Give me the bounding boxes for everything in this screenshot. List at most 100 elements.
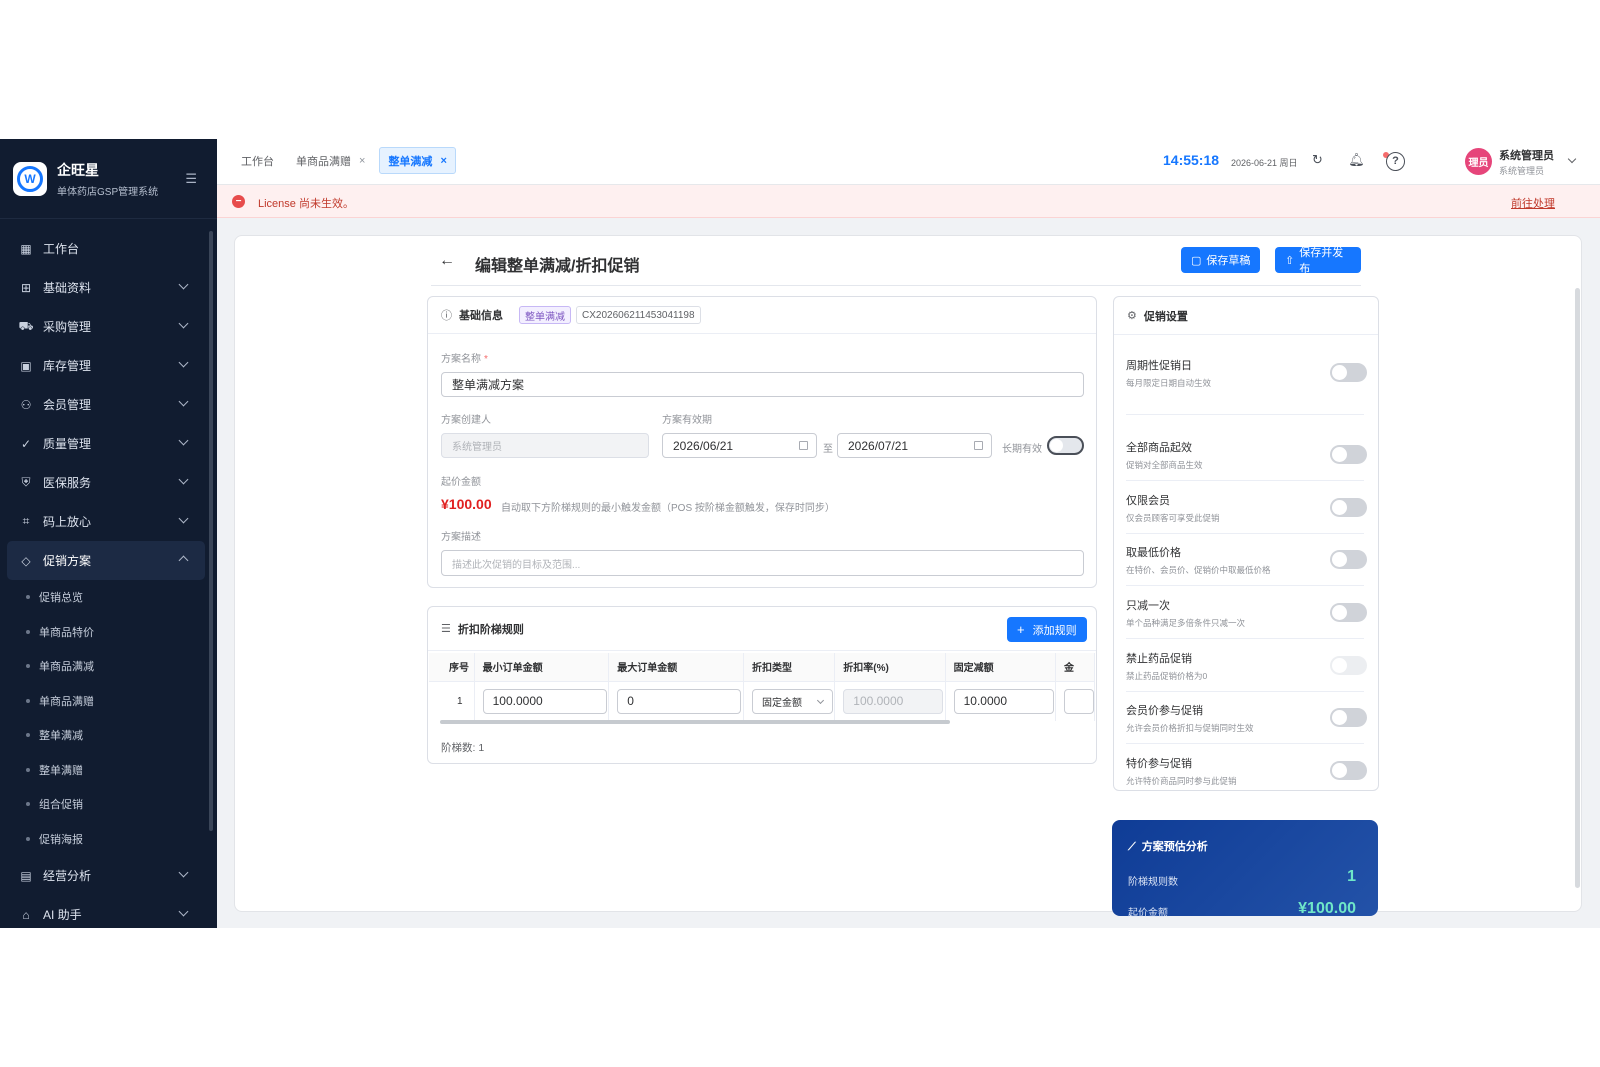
date-separator: 至 [823, 444, 833, 455]
sidebar-subitem-poster[interactable]: 促销海报 [0, 822, 217, 857]
table-horizontal-scrollbar[interactable] [440, 720, 950, 724]
content-scrollbar[interactable] [1575, 288, 1580, 888]
collapse-menu-icon[interactable]: ☰ [185, 171, 197, 187]
sidebar-subitem-order-discount[interactable]: 整单满减 [0, 718, 217, 753]
setting-desc: 每月限定日期自动生效 [1126, 378, 1212, 388]
subitem-label: 整单满赠 [39, 764, 83, 777]
brand: W 企旺星 单体药店GSP管理系统 ☰ [0, 139, 217, 219]
chevron-down-icon [178, 396, 189, 407]
chevron-up-icon [178, 555, 189, 566]
sidebar-item-medical-insurance[interactable]: ⛨ 医保服务 [0, 463, 217, 502]
type-tag: 整单满减 [519, 306, 571, 324]
divider [1126, 638, 1364, 639]
sidebar-item-members[interactable]: ⚇ 会员管理 [0, 385, 217, 424]
subitem-label: 组合促销 [39, 799, 83, 812]
chevron-down-icon [816, 696, 824, 704]
discount-type-select[interactable]: 固定金额 [751, 688, 833, 714]
gear-icon: ⚙ [1127, 310, 1137, 322]
select-value: 固定金额 [761, 697, 802, 709]
sidebar-item-promotion[interactable]: ◇ 促销方案 [7, 541, 205, 580]
sidebar-subitem-single-special[interactable]: 单商品特价 [0, 615, 217, 650]
sidebar-subitem-combo[interactable]: 组合促销 [0, 787, 217, 822]
field-label: 方案描述 [441, 532, 481, 543]
setting-desc: 仅会员顾客可享受此促销 [1126, 513, 1220, 523]
license-message: License 尚未生效。 [258, 198, 354, 210]
fixed-amount-input[interactable]: 10.0000 [953, 688, 1054, 714]
refresh-icon[interactable]: ↻ [1308, 152, 1327, 171]
plan-name-input[interactable]: 整单满减方案 [441, 372, 1084, 397]
license-alert: − License 尚未生效。 前往处理 [217, 185, 1600, 218]
once-only-toggle[interactable] [1330, 603, 1367, 622]
member-price-toggle[interactable] [1330, 708, 1367, 727]
list-icon: ☰ [441, 623, 451, 635]
start-date-input[interactable]: 2026/06/21 [662, 433, 817, 458]
chevron-down-icon [178, 513, 189, 524]
divider [1126, 533, 1364, 534]
chevron-down-icon[interactable] [1567, 154, 1577, 164]
save-publish-button[interactable]: ⇧ 保存并发布 [1275, 247, 1361, 275]
all-products-toggle[interactable] [1330, 445, 1367, 464]
sidebar-subitem-single-discount[interactable]: 单商品满减 [0, 649, 217, 684]
sidebar-item-analytics[interactable]: ▤ 经营分析 [0, 856, 217, 895]
bullet-icon [26, 664, 30, 669]
license-action-link[interactable]: 前往处理 [1511, 195, 1555, 211]
members-only-toggle[interactable] [1330, 498, 1367, 517]
bullet-icon [26, 698, 30, 703]
bell-icon[interactable]: 🔔︎ [1347, 152, 1366, 171]
calendar-icon [799, 441, 808, 450]
add-rule-button[interactable]: + 添加规则 [1007, 617, 1087, 642]
sidebar-item-basic-data[interactable]: ⊞ 基础资料 [0, 268, 217, 307]
analysis-card: ⟋ 方案预估分析 阶梯规则数 1 起价金额 ¥100.00 [1112, 820, 1378, 919]
special-price-toggle[interactable] [1330, 761, 1367, 780]
sidebar-item-purchase[interactable]: ⛟ 采购管理 [0, 307, 217, 346]
brand-subtitle: 单体药店GSP管理系统 [57, 186, 159, 198]
tab-order-discount[interactable]: 整单满减 × [379, 147, 456, 174]
sidebar-item-inventory[interactable]: ▣ 库存管理 [0, 346, 217, 385]
page-header: ← 编辑整单满减/折扣促销 ▢ 保存草稿 ⇧ 保存并发布 [431, 246, 1361, 286]
setting-desc: 在特价、会员价、促销价中取最低价格 [1126, 565, 1271, 575]
sidebar-item-trace-code[interactable]: ⌗ 码上放心 [0, 502, 217, 541]
divider [1126, 743, 1364, 744]
chevron-down-icon [178, 357, 189, 368]
subitem-label: 促销海报 [39, 833, 83, 846]
min-amount-input[interactable]: 100.0000 [482, 688, 607, 714]
save-draft-button[interactable]: ▢ 保存草稿 [1181, 247, 1261, 273]
sidebar-item-ai-assistant[interactable]: ⌂ AI 助手 [0, 895, 217, 928]
close-icon[interactable]: × [440, 155, 446, 167]
user-name[interactable]: 系统管理员 [1499, 147, 1554, 163]
max-amount-input[interactable]: 0 [617, 688, 742, 714]
label-text: 方案名称 [441, 354, 481, 365]
sidebar-scrollbar[interactable] [209, 231, 213, 831]
user-role: 系统管理员 [1499, 166, 1545, 176]
sidebar-item-quality[interactable]: ✓ 质量管理 [0, 424, 217, 463]
card-header: ⚙ 促销设置 [1114, 297, 1378, 335]
long-term-toggle[interactable] [1047, 436, 1084, 455]
periodic-day-toggle[interactable] [1330, 363, 1367, 382]
lowest-price-toggle[interactable] [1330, 550, 1367, 569]
description-textarea[interactable]: 描述此次促销的目标及范围... [441, 550, 1084, 576]
card-title: 促销设置 [1143, 310, 1188, 323]
tab-dashboard[interactable]: 工作台 [233, 147, 282, 174]
bullet-icon [26, 802, 30, 807]
divider [1126, 480, 1364, 481]
back-arrow-icon[interactable]: ← [439, 252, 455, 270]
end-date-input[interactable]: 2026/07/21 [837, 433, 992, 458]
avatar[interactable]: 理员 [1465, 148, 1492, 175]
subitem-label: 单商品满赠 [39, 695, 94, 708]
sidebar-subitem-order-gift[interactable]: 整单满赠 [0, 753, 217, 788]
sidebar-item-dashboard[interactable]: ▦ 工作台 [0, 229, 217, 268]
tab-single-gift[interactable]: 单商品满赠 × [288, 147, 373, 174]
start-amount-label: 起价金额 [1128, 908, 1168, 919]
sidebar-subitem-overview[interactable]: 促销总览 [0, 580, 217, 615]
help-icon[interactable]: ? [1386, 152, 1405, 171]
creator-input: 系统管理员 [441, 433, 649, 458]
next-cell-input[interactable] [1063, 688, 1094, 714]
chevron-down-icon [178, 906, 189, 917]
close-icon[interactable]: × [359, 155, 365, 167]
setting-desc: 促销对全部商品生效 [1126, 460, 1203, 470]
brand-name: 企旺星 [57, 161, 99, 178]
subitem-label: 单商品满减 [39, 661, 94, 674]
sidebar-subitem-single-gift[interactable]: 单商品满赠 [0, 684, 217, 719]
setting-desc: 单个品种满足多倍条件只减一次 [1126, 618, 1246, 628]
column-header: 最大订单金额 [608, 653, 744, 682]
